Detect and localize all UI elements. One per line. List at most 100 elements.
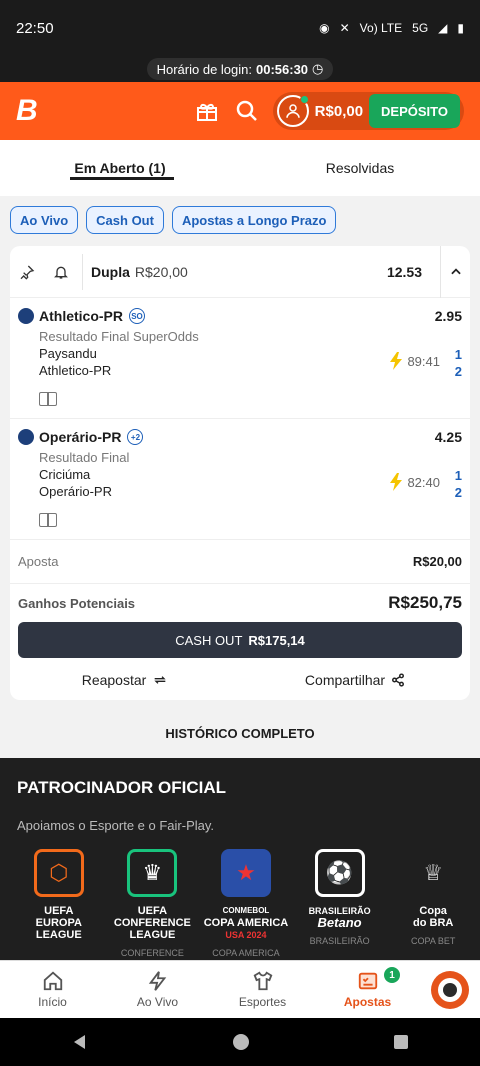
bet-stake-inline: R$20,00 [134,263,188,280]
league-line2: EUROPA [35,917,82,929]
potential-label: Ganhos Potenciais [18,595,136,611]
bet-type: Dupla [91,263,130,280]
home-circle-icon[interactable] [232,1033,250,1051]
selection-team: Operário-PR [39,429,122,445]
filter-cashout[interactable]: Cash Out [86,206,164,234]
shirt-icon [253,971,272,991]
bet-card: Dupla R$20,00 12.53 Athletico-PR SO 2.95… [10,245,470,700]
login-time-bar: Horário de login: 00:56:30 ◷ [0,56,480,82]
superodds-badge-icon: SO [129,308,145,324]
trophy-icon: ⬡ [33,849,84,897]
cashout-value: R$175,14 [248,632,305,648]
league-sub: BRASILEIRÃO [309,936,370,946]
shield-icon: ⚽ [314,849,365,897]
deposit-button[interactable]: DEPÓSITO [369,94,460,128]
balance-value: R$0,00 [314,102,364,120]
league-line2: COPA AMERICA [203,917,289,929]
share-icon [392,673,405,687]
league-sub: COPA AMERICA [212,948,280,958]
score-home: 1 [454,347,462,362]
full-history-link[interactable]: HISTÓRICO COMPLETO [0,708,480,758]
league-line3: Betano [317,915,362,930]
score-home: 1 [454,468,462,483]
nav-live[interactable]: Ao Vivo [105,961,210,1018]
match-clock: 89:41 [407,353,440,369]
bet-card-header: Dupla R$20,00 12.53 [10,245,470,298]
signal-icon: ◢ [438,21,448,35]
sponsor-title: PATROCINADOR OFICIAL [17,778,227,797]
filter-live[interactable]: Ao Vivo [10,206,79,234]
pin-icon[interactable] [10,264,44,280]
betano-logo[interactable]: B [16,96,46,126]
nav-home[interactable]: Início [0,961,105,1018]
nav-label: Ao Vivo [136,995,179,1009]
system-nav-bar [0,1018,480,1066]
tab-settled[interactable]: Resolvidas [240,140,480,196]
tab-open[interactable]: Em Aberto (1) [0,140,240,196]
copa-brasil-logo[interactable]: ♕ Copa do BRA COPA BET [386,849,480,959]
status-bar: 22:50 ◉ ✕ Vo) LTE 5G ◢ ▮ [0,0,480,56]
lightning-icon [148,971,166,991]
selection-market: Resultado Final SuperOdds [39,329,199,344]
boost-badge-icon: +2 [127,429,144,445]
online-dot [299,95,309,104]
sponsor-section: PATROCINADOR OFICIAL Apoiamos o Esporte … [0,758,480,960]
selection-row[interactable]: Operário-PR +2 4.25 Resultado Final Cric… [10,419,470,540]
league-line3: LEAGUE [35,929,82,941]
score-away: 2 [454,364,462,379]
bell-icon[interactable] [44,264,78,280]
clock-icon: ◷ [312,61,324,76]
promo-wheel-button[interactable] [420,961,480,1018]
app-header: B R$0,00 DEPÓSITO [0,82,480,140]
selection-row[interactable]: Athletico-PR SO 2.95 Resultado Final Sup… [10,298,470,419]
stake-label: Aposta [18,554,59,569]
potential-row: Ganhos Potenciais R$250,75 [10,584,470,622]
recents-icon[interactable] [393,1034,409,1050]
user-icon[interactable] [276,95,309,127]
copa-america-logo[interactable]: ★ CONMEBOL COPA AMERICA USA 2024 COPA AM… [199,849,293,959]
betslip-icon [358,972,377,990]
filter-long-term[interactable]: Apostas a Longo Prazo [171,206,337,234]
nav-label: Apostas [343,995,392,1009]
total-odds: 12.53 [386,263,422,280]
cashout-label: CASH OUT [175,632,243,648]
cashout-button[interactable]: CASH OUT R$175,14 [18,622,462,658]
gift-icon[interactable] [193,97,221,125]
chevron-up-icon[interactable] [440,245,470,298]
account-balance[interactable]: R$0,00 DEPÓSITO [272,92,464,130]
bottom-nav: Início Ao Vivo Esportes Apostas 1 [0,960,480,1018]
share-label: Compartilhar [304,672,386,688]
selection-odds: 2.95 [434,308,462,324]
login-time: 00:56:30 [256,61,309,77]
league-logos: ⬡ UEFA EUROPA LEAGUE ♛ UEFA CONFERENCE L… [0,849,480,959]
search-icon[interactable] [233,97,261,125]
repost-button[interactable]: Reapostar [10,672,240,688]
network-label: Vo) LTE [359,21,403,35]
league-sub: COPA BET [410,936,456,946]
selection-team: Athletico-PR [39,308,123,324]
potential-value: R$250,75 [388,593,462,612]
europa-league-logo[interactable]: ⬡ UEFA EUROPA LEAGUE [12,849,106,959]
signal-label: 5G [412,21,429,35]
back-icon[interactable] [71,1033,89,1051]
share-button[interactable]: Compartilhar [240,672,470,688]
stake-row: Aposta R$20,00 [10,540,470,584]
home-icon [43,971,62,991]
brasileirao-logo[interactable]: ⚽ BRASILEIRÃO Betano BRASILEIRÃO [293,849,387,959]
conference-league-logo[interactable]: ♛ UEFA CONFERENCE LEAGUE CONFERENCE [106,849,200,959]
wheel-icon [431,970,469,1009]
repost-label: Reapostar [81,672,147,688]
pitch-stats-icon[interactable] [39,392,57,406]
trophy-icon: ♕ [423,860,444,885]
bets-count-badge: 1 [384,967,400,983]
nav-sports[interactable]: Esportes [210,961,315,1018]
status-time: 22:50 [16,19,54,37]
league-line2: do BRA [413,917,454,929]
nav-label: Início [38,995,67,1009]
football-icon [18,308,34,324]
selection-odds: 4.25 [434,429,462,445]
pitch-stats-icon[interactable] [39,513,57,527]
stake-value: R$20,00 [412,554,462,569]
nav-bets[interactable]: Apostas 1 [315,961,420,1018]
trophy-icon: ★ [220,849,271,897]
